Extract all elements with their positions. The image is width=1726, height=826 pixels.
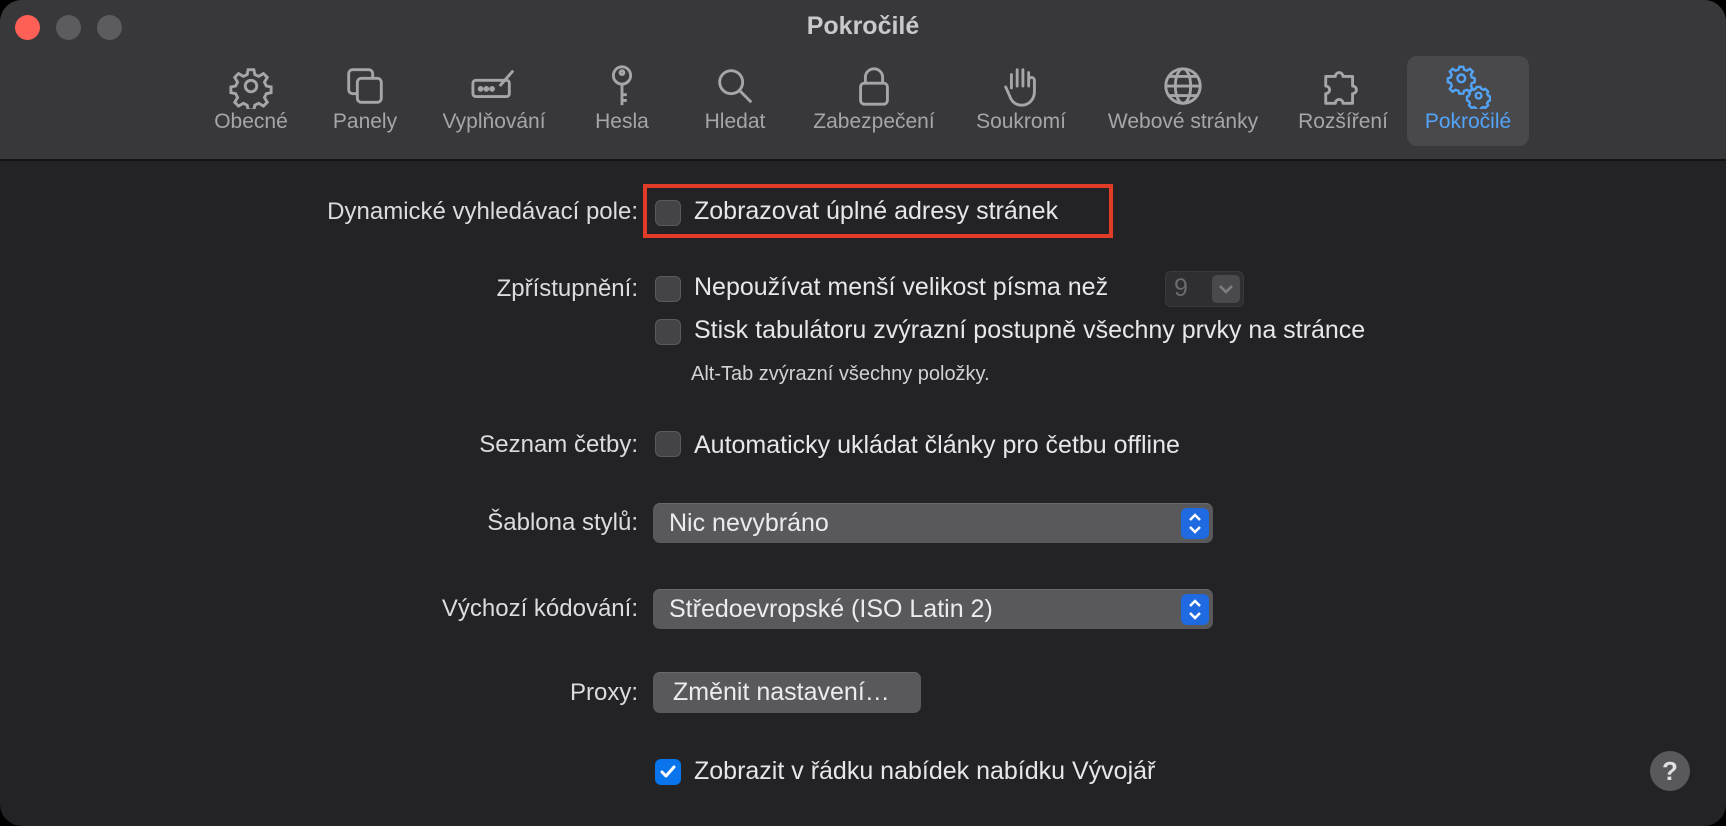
tab-label: Obecné	[214, 110, 288, 133]
hand-icon	[998, 63, 1044, 109]
style-sheet-select[interactable]: Nic nevybráno	[653, 503, 1213, 543]
tab-label: Soukromí	[976, 110, 1066, 133]
style-sheet-value: Nic nevybráno	[669, 509, 829, 537]
accessibility-label: Zpřístupnění:	[496, 275, 638, 302]
search-icon	[712, 63, 758, 109]
puzzle-icon	[1320, 63, 1366, 109]
tab-label: Webové stránky	[1107, 110, 1259, 133]
tab-label: Pokročilé	[1424, 110, 1512, 133]
reading-list-label: Seznam četby:	[479, 431, 638, 458]
gear-icon	[228, 63, 274, 112]
tab-label: Vyplňování	[442, 110, 546, 133]
default-encoding-label: Výchozí kódování:	[441, 595, 638, 622]
updown-arrows-icon	[1181, 508, 1209, 539]
tab-label: Rozšíření	[1298, 110, 1388, 133]
tab-highlight-checkbox[interactable]	[655, 319, 681, 345]
tab-label: Zabezpečení	[813, 110, 935, 133]
help-button[interactable]: ?	[1650, 751, 1690, 791]
tabs-icon	[342, 63, 388, 109]
updown-arrows-icon	[1181, 594, 1209, 625]
tab-extensions[interactable]: Rozšíření	[1289, 56, 1397, 146]
gears-icon	[1445, 63, 1492, 112]
tab-advanced[interactable]: Pokročilé	[1407, 56, 1529, 146]
tab-privacy[interactable]: Soukromí	[965, 56, 1077, 146]
tab-highlight-option[interactable]: Stisk tabulátoru zvýrazní postupně všech…	[694, 316, 1365, 345]
tab-passwords[interactable]: Hesla	[579, 56, 665, 146]
change-settings-button[interactable]: Změnit nastavení…	[653, 672, 921, 713]
globe-icon	[1160, 63, 1206, 109]
develop-menu-checkbox[interactable]	[655, 759, 681, 785]
develop-menu-option[interactable]: Zobrazit v řádku nabídek nabídku Vývojář	[694, 757, 1155, 786]
autofill-icon	[471, 63, 517, 109]
tab-websites[interactable]: Webové stránky	[1097, 56, 1269, 146]
style-sheet-label: Šablona stylů:	[487, 509, 638, 536]
key-icon	[599, 63, 645, 109]
preferences-window: Pokročilé Obecné Panely Vyplňování Hesla…	[0, 0, 1726, 826]
default-encoding-select[interactable]: Středoevropské (ISO Latin 2)	[653, 589, 1213, 629]
tab-autofill[interactable]: Vyplňování	[431, 56, 557, 146]
tab-label: Hesla	[595, 110, 649, 133]
min-font-size-option[interactable]: Nepoužívat menší velikost písma než	[694, 273, 1108, 302]
change-settings-label: Změnit nastavení…	[673, 678, 890, 706]
min-font-size-value: 9	[1174, 274, 1188, 302]
lock-icon	[851, 63, 897, 109]
min-font-size-checkbox[interactable]	[655, 276, 681, 302]
offline-reading-option[interactable]: Automaticky ukládat články pro četbu off…	[694, 431, 1180, 460]
smart-search-label: Dynamické vyhledávací pole:	[327, 198, 638, 225]
tab-tabs[interactable]: Panely	[321, 56, 409, 146]
tab-highlight-hint: Alt-Tab zvýrazní všechny položky.	[691, 363, 990, 385]
chevron-down-icon[interactable]	[1212, 275, 1240, 303]
tab-general[interactable]: Obecné	[203, 56, 299, 146]
tab-search[interactable]: Hledat	[687, 56, 783, 146]
proxies-label: Proxy:	[569, 679, 638, 706]
tab-security[interactable]: Zabezpečení	[803, 56, 945, 146]
min-font-size-select[interactable]: 9	[1165, 271, 1244, 307]
preferences-toolbar: Obecné Panely Vyplňování Hesla Hledat Za…	[0, 0, 1726, 159]
tab-label: Panely	[332, 110, 398, 133]
highlight-box	[643, 184, 1113, 238]
offline-reading-checkbox[interactable]	[655, 431, 681, 457]
title-bar: Pokročilé Obecné Panely Vyplňování Hesla…	[0, 0, 1726, 161]
default-encoding-value: Středoevropské (ISO Latin 2)	[669, 595, 993, 623]
tab-label: Hledat	[704, 110, 766, 133]
